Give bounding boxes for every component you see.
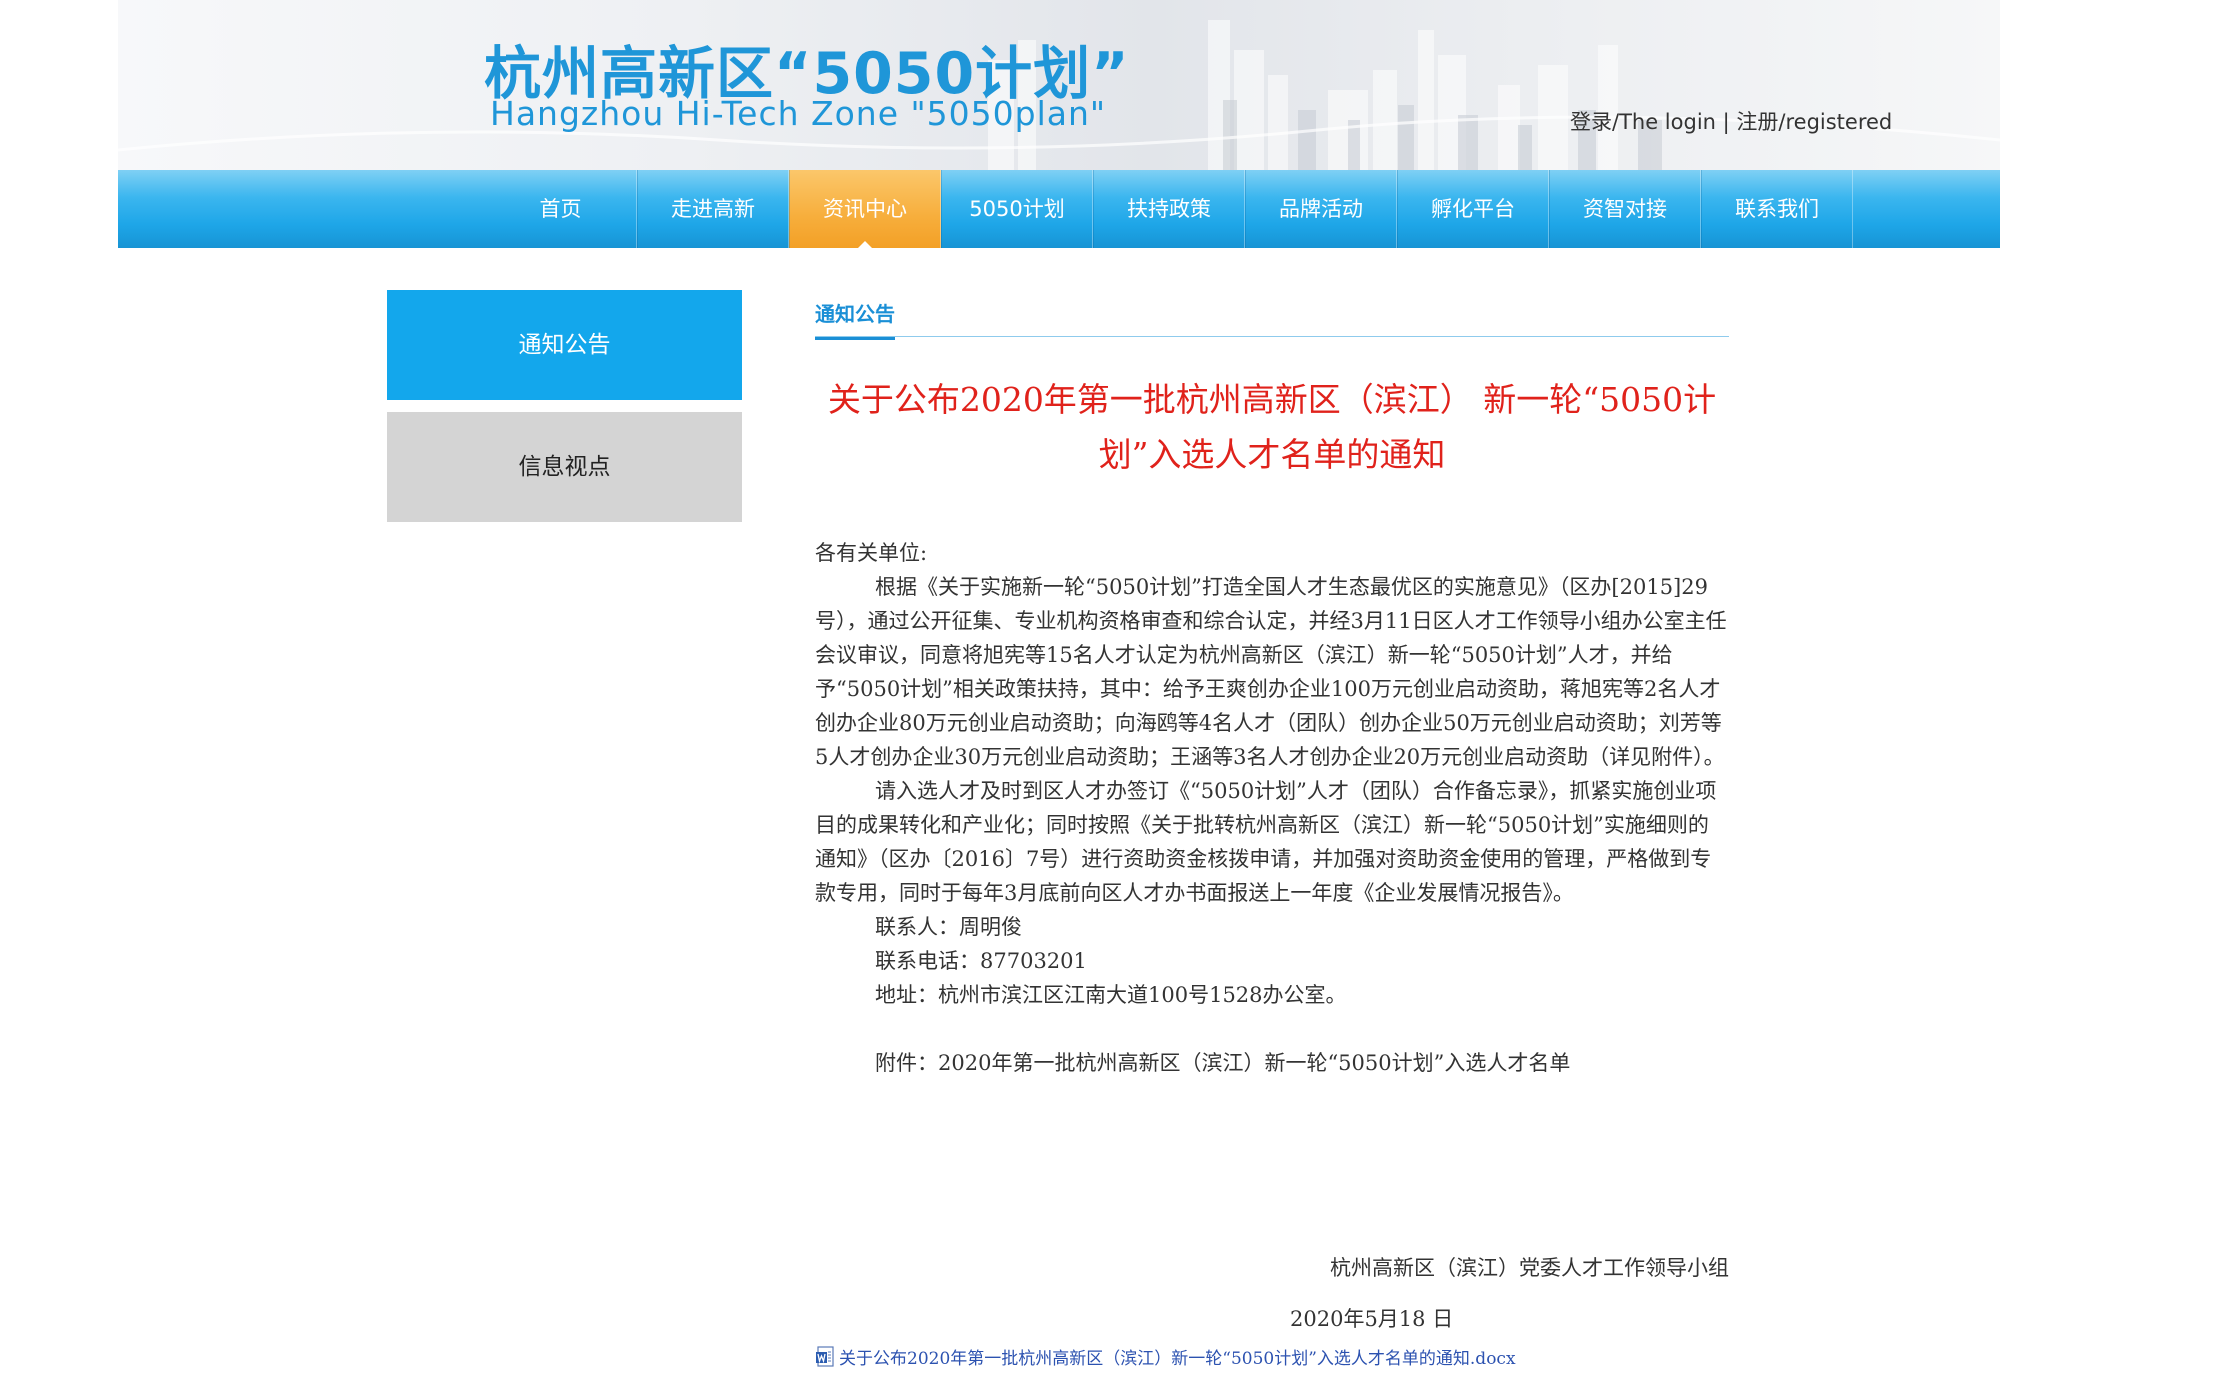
sidebar-item-info-views[interactable]: 信息视点 [387,412,742,522]
sidebar-item-notices[interactable]: 通知公告 [387,290,742,400]
nav-item-brand-events[interactable]: 品牌活动 [1245,170,1397,248]
nav-item-talent-matching[interactable]: 资智对接 [1549,170,1701,248]
login-link[interactable]: 登录/The login [1570,110,1716,134]
nav-item-news-center[interactable]: 资讯中心 [789,170,941,248]
nav-item-contact[interactable]: 联系我们 [1701,170,1853,248]
section-title: 通知公告 [815,298,895,340]
attachment-download-link[interactable]: 关于公布2020年第一批杭州高新区（滨江）新一轮“5050计划”入选人才名单的通… [815,1344,1516,1369]
nav-item-policies[interactable]: 扶持政策 [1093,170,1245,248]
nav-item-about[interactable]: 走进高新 [637,170,789,248]
paragraph-1: 根据《关于实施新一轮“5050计划”打造全国人才生态最优区的实施意见》（区办[2… [815,575,1727,769]
contact-person: 联系人：周明俊 [875,915,1022,939]
register-link[interactable]: 注册/registered [1736,110,1892,134]
contact-address: 地址：杭州市滨江区江南大道100号1528办公室。 [875,983,1347,1007]
signature: 杭州高新区（滨江）党委人才工作领导小组 [1330,1256,1729,1280]
article-body: 各有关单位: 根据《关于实施新一轮“5050计划”打造全国人才生态最优区的实施意… [815,536,1729,1080]
article-title: 关于公布2020年第一批杭州高新区（滨江） 新一轮“5050计 划”入选人才名单… [815,372,1729,482]
section-divider [815,336,1729,337]
attachment-filename[interactable]: 关于公布2020年第一批杭州高新区（滨江）新一轮“5050计划”入选人才名单的通… [839,1344,1516,1369]
nav-item-incubation[interactable]: 孵化平台 [1397,170,1549,248]
paragraph-2: 请入选人才及时到区人才办签订《“5050计划”人才（团队）合作备忘录》，抓紧实施… [815,779,1717,905]
nav-item-home[interactable]: 首页 [485,170,637,248]
auth-separator: | [1715,110,1737,134]
attachment-note: 附件：2020年第一批杭州高新区（滨江）新一轮“5050计划”入选人才名单 [875,1051,1571,1075]
publish-date: 2020年5月18 日 [1290,1307,1454,1331]
contact-phone: 联系电话：87703201 [875,949,1087,973]
word-document-icon [816,1345,834,1367]
greeting: 各有关单位: [815,541,928,565]
site-logo-english[interactable]: Hangzhou Hi-Tech Zone "5050plan" [490,94,1106,133]
nav-item-5050-plan[interactable]: 5050计划 [941,170,1093,248]
article-title-line-1: 关于公布2020年第一批杭州高新区（滨江） 新一轮“5050计 [827,380,1717,419]
header-banner: 杭州高新区“5050计划” Hangzhou Hi-Tech Zone "505… [118,0,2000,170]
main-navigation: 首页 走进高新 资讯中心 5050计划 扶持政策 品牌活动 孵化平台 资智对接 … [118,170,2000,248]
article-title-line-2: 划”入选人才名单的通知 [1098,435,1446,474]
auth-links: 登录/The login | 注册/registered [1570,106,1892,136]
